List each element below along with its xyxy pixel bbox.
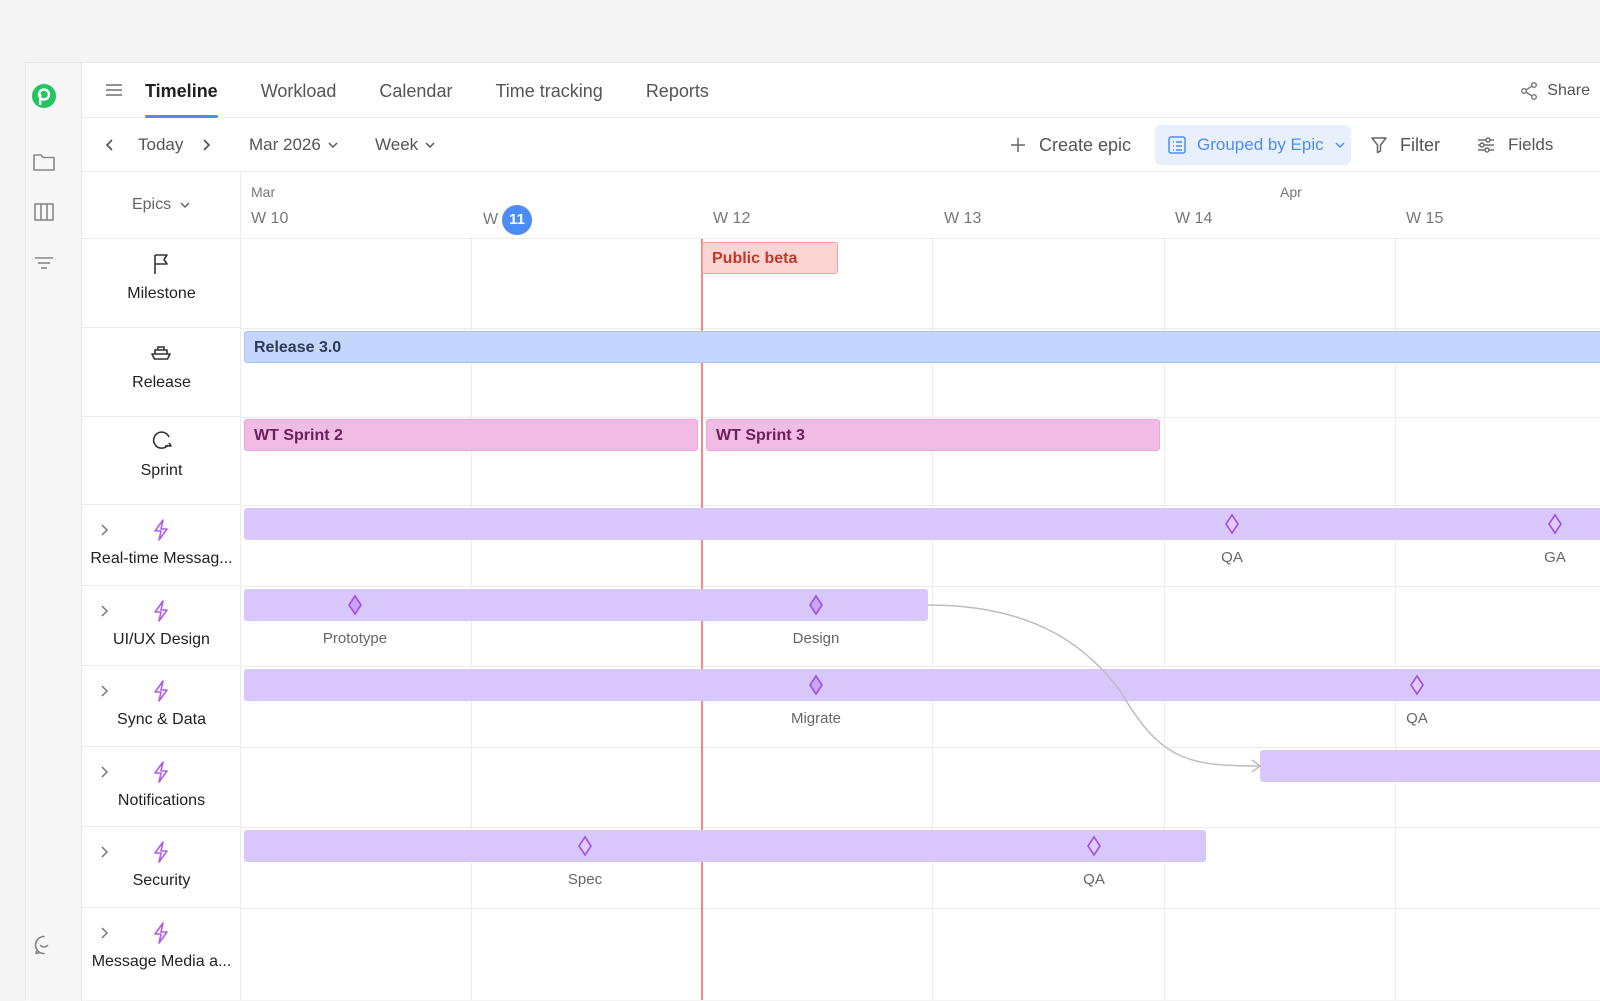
chevron-down-icon [1334, 140, 1346, 150]
folder-icon[interactable] [32, 150, 56, 174]
top-nav-bar: Timeline Workload Calendar Time tracking… [82, 63, 1600, 118]
lightning-icon [150, 679, 172, 702]
milestone-diamond-icon[interactable] [808, 594, 824, 616]
milestone-diamond-icon[interactable] [1086, 835, 1102, 857]
chevron-down-icon [424, 140, 436, 150]
milestone-label: QA [1083, 871, 1105, 888]
today-button[interactable]: Today [138, 118, 183, 172]
milestone-label: QA [1221, 549, 1243, 566]
loop-arrow-icon [150, 430, 172, 452]
tab-time-tracking[interactable]: Time tracking [495, 63, 602, 118]
row-label-epic-realtime[interactable]: Real-time Messag... [82, 505, 241, 586]
main-area: Timeline Workload Calendar Time tracking… [82, 63, 1600, 1000]
month-value: Mar 2026 [249, 135, 321, 154]
tab-workload[interactable]: Workload [261, 63, 337, 118]
expand-chevron-icon[interactable] [97, 604, 111, 618]
row-label-text: Security [132, 872, 191, 889]
milestone-label: Prototype [322, 630, 388, 647]
row-label-epic-media[interactable]: Message Media a... [82, 908, 241, 988]
epics-header-label: Epics [131, 196, 172, 213]
board-icon[interactable] [32, 200, 56, 224]
epics-header-dropdown[interactable]: Epics [82, 172, 241, 239]
left-rail [26, 63, 82, 1001]
milestone-diamond-icon[interactable] [1547, 513, 1563, 535]
row-label-release[interactable]: Release [82, 328, 241, 417]
menu-icon[interactable] [104, 80, 124, 100]
tab-calendar[interactable]: Calendar [379, 63, 452, 118]
lightning-icon [150, 921, 172, 944]
list-icon [1167, 135, 1187, 155]
tab-reports[interactable]: Reports [646, 63, 709, 118]
create-epic-label: Create epic [1039, 134, 1132, 155]
lightning-icon [150, 760, 172, 783]
flag-icon [150, 252, 172, 274]
ship-icon [150, 341, 172, 363]
chevron-down-icon [179, 200, 191, 210]
share-label: Share [1547, 82, 1590, 99]
row-label-text: Sprint [140, 462, 183, 479]
lightning-icon [150, 840, 172, 863]
expand-chevron-icon[interactable] [97, 765, 111, 779]
prev-period-button[interactable] [104, 118, 116, 172]
next-period-button[interactable] [200, 118, 212, 172]
sliders-icon [1476, 136, 1496, 154]
milestone-label: QA [1406, 710, 1428, 727]
create-epic-button[interactable]: Create epic [1009, 118, 1131, 172]
fields-label: Fields [1508, 135, 1554, 154]
milestone-diamond-icon[interactable] [1409, 674, 1425, 696]
expand-chevron-icon[interactable] [97, 926, 111, 940]
row-label-text: Milestone [127, 285, 196, 302]
lightning-icon [150, 518, 172, 541]
grouped-label: Grouped by Epic [1197, 135, 1324, 154]
row-label-epic-uiux[interactable]: UI/UX Design [82, 586, 241, 666]
milestone-diamond-icon[interactable] [347, 594, 363, 616]
row-label-text: Notifications [117, 792, 206, 809]
row-label-epic-notifications[interactable]: Notifications [82, 747, 241, 827]
milestone-diamond-icon[interactable] [577, 835, 593, 857]
filter-button[interactable]: Filter [1370, 118, 1440, 172]
lightning-icon [150, 599, 172, 622]
fields-button[interactable]: Fields [1476, 118, 1553, 172]
expand-chevron-icon[interactable] [97, 845, 111, 859]
chat-icon[interactable] [32, 933, 56, 957]
milestone-diamond-icon[interactable] [1224, 513, 1240, 535]
row-label-text: Release [132, 374, 191, 391]
month-picker[interactable]: Mar 2026 [249, 118, 339, 172]
chevron-right-icon [200, 138, 212, 152]
plus-icon [1009, 136, 1027, 154]
milestone-diamond-icon[interactable] [808, 674, 824, 696]
row-label-sprint[interactable]: Sprint [82, 417, 241, 505]
filter-label: Filter [1400, 134, 1440, 155]
tab-timeline[interactable]: Timeline [145, 63, 218, 118]
row-label-epic-sync[interactable]: Sync & Data [82, 666, 241, 747]
brand-logo-icon[interactable] [31, 83, 57, 109]
expand-chevron-icon[interactable] [97, 684, 111, 698]
milestone-label: GA [1544, 549, 1566, 566]
scale-value: Week [375, 135, 419, 154]
expand-chevron-icon[interactable] [97, 523, 111, 537]
view-tabs: Timeline Workload Calendar Time tracking… [145, 63, 752, 118]
share-button[interactable]: Share [1519, 79, 1590, 103]
milestone-label: Migrate [790, 710, 842, 727]
timeline-toolbar: Today Mar 2026 Week Create epic Grouped … [82, 118, 1600, 172]
grouped-by-dropdown[interactable]: Grouped by Epic [1155, 125, 1351, 165]
row-label-text: Sync & Data [117, 711, 206, 728]
scale-picker[interactable]: Week [375, 118, 436, 172]
filter-lines-icon[interactable] [32, 251, 56, 275]
milestone-label: Spec [567, 871, 603, 888]
row-label-text: Message Media a... [91, 953, 232, 970]
app-window: Timeline Workload Calendar Time tracking… [25, 62, 1600, 1001]
share-icon [1519, 81, 1539, 101]
timeline-grid: Mar Apr W 10 W 11 W 12 W 13 W 14 W 15 Pu… [241, 172, 1600, 1000]
row-label-text: UI/UX Design [113, 631, 210, 648]
milestone-label: Design [792, 630, 840, 647]
chevron-left-icon [104, 138, 116, 152]
funnel-icon [1370, 136, 1388, 154]
chevron-down-icon [327, 140, 339, 150]
row-label-text: Real-time Messag... [90, 550, 233, 567]
row-label-epic-security[interactable]: Security [82, 827, 241, 908]
epic-list: Epics Milestone Release Sprint Real-time… [82, 172, 241, 1000]
row-label-milestone[interactable]: Milestone [82, 239, 241, 328]
dependency-arrow [927, 604, 1262, 773]
